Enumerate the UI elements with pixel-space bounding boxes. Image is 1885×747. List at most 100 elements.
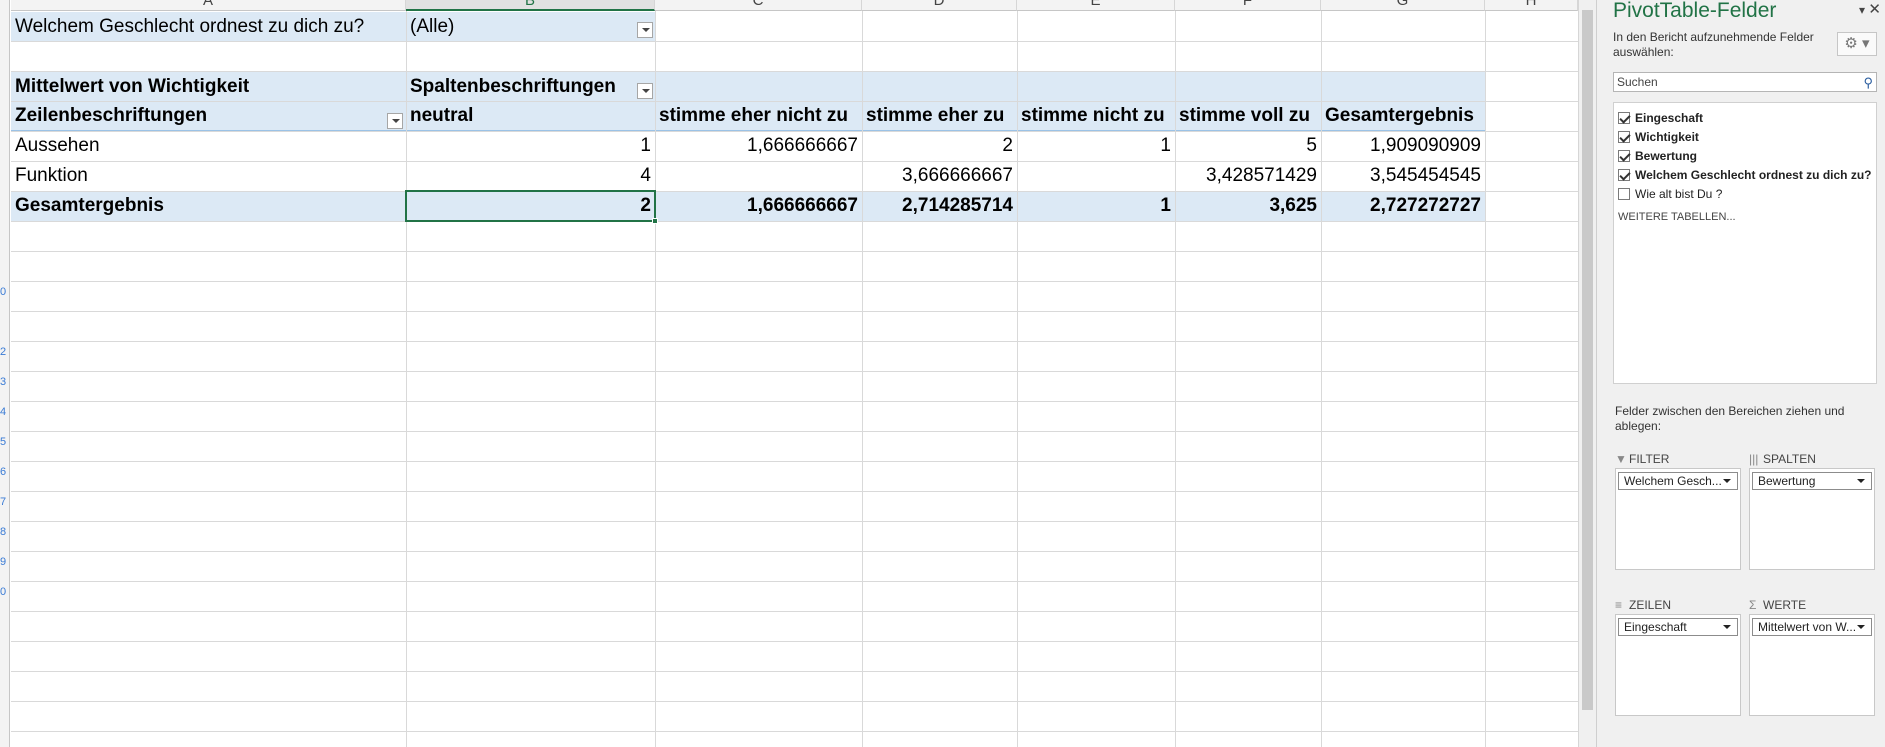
checkbox[interactable] [1618,150,1630,162]
row-label-aussehen[interactable]: Aussehen [11,131,406,161]
row-number: 0 [0,286,7,298]
chevron-down-icon[interactable]: ▾ [1859,2,1865,18]
row-number: 0 [0,586,7,598]
grid-line [11,401,1578,402]
grid-line [11,611,1578,612]
field-item-bewertung[interactable]: Bewertung [1618,147,1697,165]
value-cell[interactable]: 3,666666667 [862,161,1017,191]
total-value-cell[interactable]: 2,714285714 [862,191,1017,221]
column-header-stimme-voll-zu[interactable]: stimme voll zu [1175,101,1321,131]
row-number: 8 [0,526,7,538]
area-title: SPALTEN [1763,452,1816,466]
value-cell[interactable]: 3,428571429 [1175,161,1321,191]
sigma-icon: Σ [1749,598,1757,612]
checkbox[interactable] [1618,131,1630,143]
grid-line [11,461,1578,462]
row-number: 2 [0,346,7,358]
column-header-g[interactable]: G [1321,0,1485,11]
field-item-geschlecht[interactable]: Welchem Geschlecht ordnest zu dich zu? [1618,166,1872,184]
grid-line [11,671,1578,672]
value-cell[interactable] [1017,161,1175,191]
grid-line [11,221,1578,222]
area-drop-zone[interactable]: Eingeschaft [1615,614,1741,716]
more-tables-link[interactable]: WEITERE TABELLEN... [1618,211,1736,223]
area-chip-columns[interactable]: Bewertung [1752,472,1872,490]
column-header-b[interactable]: B [406,0,655,11]
checkbox[interactable] [1618,112,1630,124]
value-cell[interactable]: 1 [1017,131,1175,161]
close-icon[interactable]: ✕ [1868,2,1881,18]
filter-field-value[interactable]: (Alle) [406,12,655,42]
column-header-stimme-nicht-zu[interactable]: stimme nicht zu [1017,101,1175,131]
row-number: 7 [0,496,7,508]
value-cell[interactable]: 1,666666667 [655,131,862,161]
column-header-d[interactable]: D [862,0,1017,11]
grid-line [11,731,1578,732]
value-cell[interactable]: 2 [862,131,1017,161]
area-drop-zone[interactable]: Welchem Gesch... [1615,468,1741,570]
column-header-gesamtergebnis[interactable]: Gesamtergebnis [1321,101,1485,131]
grid-line [11,371,1578,372]
value-cell[interactable]: 1,909090909 [1321,131,1485,161]
panel-title: PivotTable-Felder [1613,0,1777,22]
area-title: FILTER [1629,452,1670,466]
column-header-e[interactable]: E [1017,0,1175,11]
row-number: 9 [0,556,7,568]
search-icon[interactable]: ⚲ [1863,74,1873,92]
row-number: 3 [0,376,7,388]
total-value-cell[interactable]: 2,727272727 [1321,191,1485,221]
checkbox[interactable] [1618,169,1630,181]
column-header-stimme-eher-nicht-zu[interactable]: stimme eher nicht zu [655,101,862,131]
filter-dropdown-button[interactable] [637,22,653,38]
row-labels-dropdown-button[interactable] [387,113,403,129]
fill-handle[interactable] [652,218,658,224]
value-cell[interactable]: 5 [1175,131,1321,161]
column-header-h[interactable]: H [1485,0,1578,11]
gear-icon[interactable]: ⚙ ▾ [1837,32,1877,56]
value-cell[interactable]: 1 [406,131,655,161]
scrollbar-thumb[interactable] [1582,10,1593,710]
vertical-scrollbar[interactable] [1578,0,1596,747]
row-labels-caption[interactable]: Zeilenbeschriftungen [11,101,406,131]
row-label-funktion[interactable]: Funktion [11,161,406,191]
field-label: Wie alt bist Du ? [1635,187,1723,201]
column-labels-caption[interactable]: Spaltenbeschriftungen [406,72,655,102]
active-cell-selection[interactable] [405,190,656,222]
value-cell[interactable] [655,161,862,191]
field-item-alter[interactable]: Wie alt bist Du ? [1618,185,1722,203]
field-search-input[interactable]: Suchen ⚲ [1613,72,1877,92]
row-header-strip[interactable]: 0 2 3 4 5 6 7 8 9 0 [0,0,10,747]
area-title: WERTE [1763,598,1807,612]
grid-line [11,551,1578,552]
column-header-neutral[interactable]: neutral [406,101,655,131]
grid-line [11,251,1578,252]
column-header-f[interactable]: F [1175,0,1321,11]
field-item-wichtigkeit[interactable]: Wichtigkeit [1618,128,1699,146]
value-cell[interactable]: 3,545454545 [1321,161,1485,191]
value-cell[interactable]: 4 [406,161,655,191]
total-value-cell[interactable]: 1 [1017,191,1175,221]
spreadsheet[interactable]: A B C D E F G H 0 2 3 4 5 6 7 8 9 0 Welc… [0,0,1578,747]
area-chip-filter[interactable]: Welchem Gesch... [1618,472,1738,490]
column-labels-dropdown-button[interactable] [637,83,653,99]
grid-line [11,431,1578,432]
filter-field-label[interactable]: Welchem Geschlecht ordnest zu dich zu? [11,12,406,42]
grid-line [11,281,1578,282]
value-field-caption[interactable]: Mittelwert von Wichtigkeit [11,72,406,102]
total-value-cell[interactable]: 3,625 [1175,191,1321,221]
column-header-stimme-eher-zu[interactable]: stimme eher zu [862,101,1017,131]
rows-icon: ≡ [1615,598,1623,612]
field-item-eingeschaft[interactable]: Eingeschaft [1618,109,1703,127]
area-chip-rows[interactable]: Eingeschaft [1618,618,1738,636]
area-drop-zone[interactable]: Mittelwert von W... [1749,614,1875,716]
grid-line [11,491,1578,492]
row-number: 5 [0,436,7,448]
column-header-a[interactable]: A [11,0,406,11]
total-value-cell[interactable]: 1,666666667 [655,191,862,221]
area-drop-zone[interactable]: Bewertung [1749,468,1875,570]
total-row-label[interactable]: Gesamtergebnis [11,191,406,221]
area-title: ZEILEN [1629,598,1672,612]
checkbox[interactable] [1618,188,1630,200]
column-header-c[interactable]: C [655,0,862,11]
area-chip-values[interactable]: Mittelwert von W... [1752,618,1872,636]
